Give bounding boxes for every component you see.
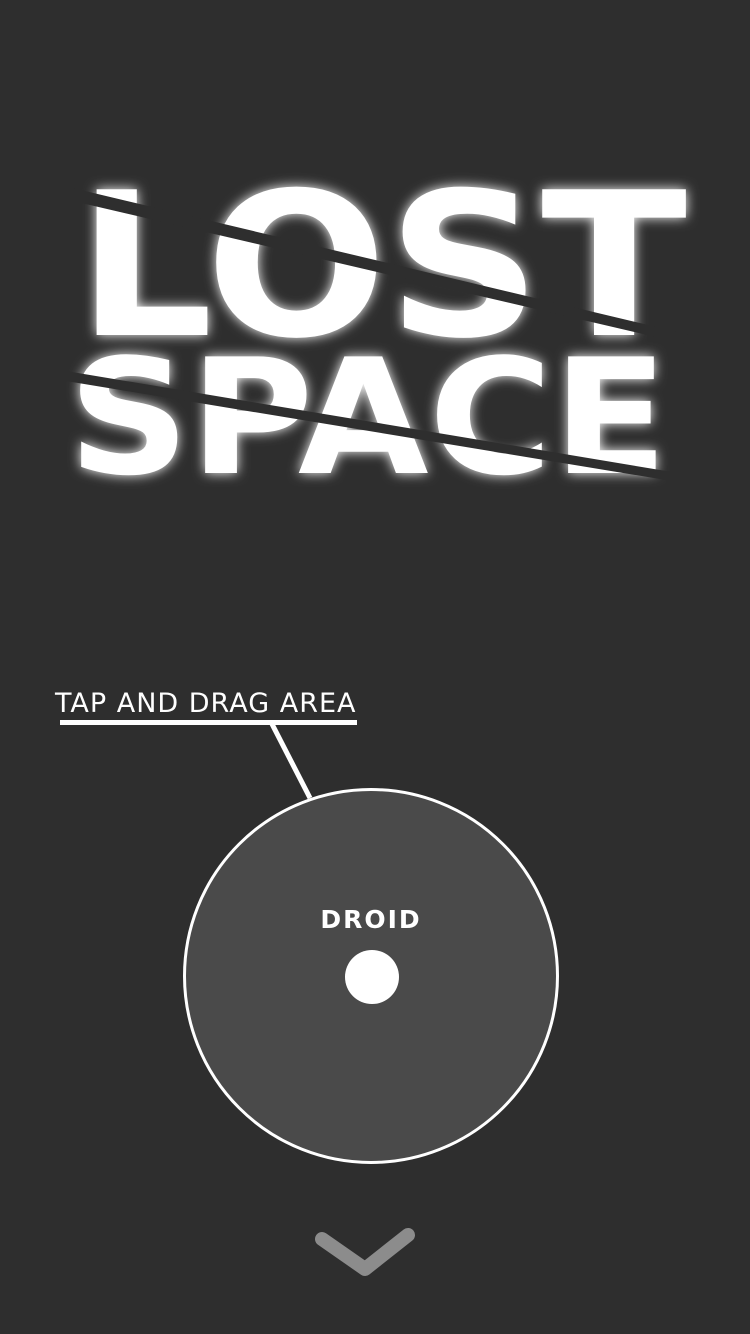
game-logo: LOST SPACE xyxy=(0,140,750,520)
chevron-down-icon[interactable] xyxy=(310,1225,420,1285)
title-screen: LOST SPACE TAP AND DRAG AREA DROID xyxy=(0,0,750,1334)
hint-underline xyxy=(60,720,357,725)
hint-label: TAP AND DRAG AREA xyxy=(55,688,357,719)
logo-line-2: SPACE xyxy=(68,324,668,511)
droid[interactable] xyxy=(345,950,399,1004)
